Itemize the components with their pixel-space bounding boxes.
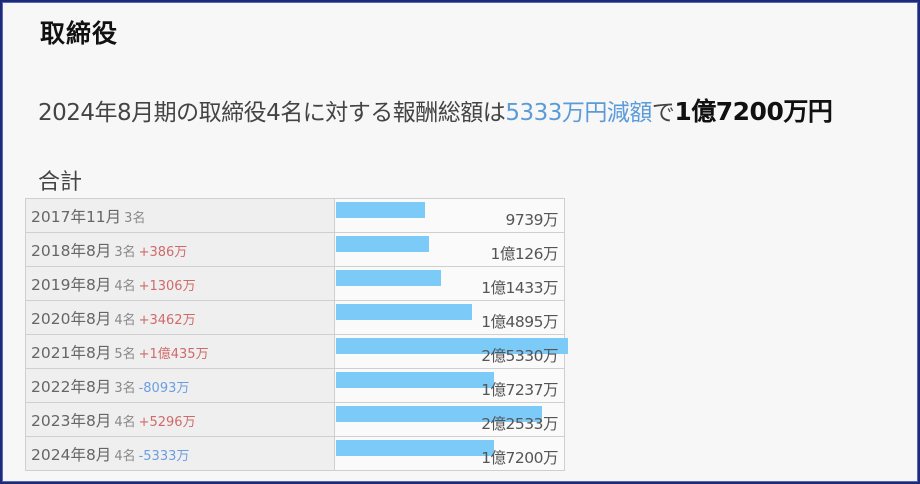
row-label-cell: 2024年8月 4名 -5333万	[25, 436, 335, 471]
table-row: 2021年8月 5名 +1億435万 2億5330万	[25, 334, 568, 369]
director-count: 4名	[114, 278, 136, 294]
director-count: 4名	[114, 312, 136, 328]
amount-label: 9739万	[505, 211, 559, 229]
period-label: 2019年8月	[31, 275, 112, 294]
bar-cell: 1億126万	[334, 232, 565, 267]
period-label: 2017年11月	[31, 207, 122, 226]
director-count: 4名	[114, 448, 136, 464]
bar-cell: 1億1433万	[334, 266, 565, 301]
value-bar	[336, 236, 429, 252]
summary-prefix: 2024年8月期の取締役4名に対する報酬総額は	[38, 100, 506, 126]
summary-mid: で	[651, 100, 675, 126]
table-row: 2018年8月 3名 +386万 1億126万	[25, 232, 565, 267]
row-label-cell: 2021年8月 5名 +1億435万	[25, 334, 335, 369]
table-row: 2024年8月 4名 -5333万 1億7200万	[25, 436, 565, 471]
table-row: 2019年8月 4名 +1306万 1億1433万	[25, 266, 565, 301]
summary-change: 5333万円減額	[505, 100, 652, 126]
row-label-cell: 2017年11月 3名	[25, 198, 335, 233]
bar-cell: 2億2533万	[334, 402, 565, 437]
row-label-cell: 2018年8月 3名 +386万	[25, 232, 335, 267]
amount-label: 2億2533万	[481, 415, 558, 433]
amount-label: 1億4895万	[481, 313, 558, 331]
row-label-cell: 2023年8月 4名 +5296万	[25, 402, 335, 437]
section-label: 合計	[38, 170, 83, 195]
bar-cell: 1億4895万	[334, 300, 565, 335]
director-count: 3名	[114, 380, 136, 396]
bar-cell: 2億5330万	[334, 334, 568, 369]
change-label: +386万	[138, 244, 188, 260]
table-row: 2022年8月 3名 -8093万 1億7237万	[25, 368, 565, 403]
value-bar	[336, 372, 494, 388]
period-label: 2021年8月	[31, 343, 112, 362]
table-row: 2020年8月 4名 +3462万 1億4895万	[25, 300, 565, 335]
value-bar	[336, 270, 441, 286]
value-bar	[336, 440, 494, 456]
change-label: +1億435万	[138, 346, 209, 362]
value-bar	[336, 304, 473, 320]
bar-cell: 9739万	[334, 198, 565, 233]
period-label: 2022年8月	[31, 377, 112, 396]
row-label-cell: 2022年8月 3名 -8093万	[25, 368, 335, 403]
bar-cell: 1億7200万	[334, 436, 565, 471]
amount-label: 1億7200万	[481, 449, 558, 467]
amount-label: 1億7237万	[481, 381, 558, 399]
row-label-cell: 2020年8月 4名 +3462万	[25, 300, 335, 335]
period-label: 2023年8月	[31, 411, 112, 430]
change-label: +5296万	[138, 414, 196, 430]
change-label: -8093万	[138, 380, 190, 396]
amount-label: 2億5330万	[481, 347, 558, 365]
row-label-cell: 2019年8月 4名 +1306万	[25, 266, 335, 301]
director-count: 3名	[124, 210, 146, 226]
change-label: +1306万	[138, 278, 196, 294]
period-label: 2018年8月	[31, 241, 112, 260]
period-label: 2024年8月	[31, 445, 112, 464]
table-row: 2023年8月 4名 +5296万 2億2533万	[25, 402, 565, 437]
bar-cell: 1億7237万	[334, 368, 565, 403]
table-body: 2017年11月 3名 9739万 2018年8月 3名 +386万 1億126万 2019年…	[25, 198, 568, 471]
amount-label: 1億1433万	[481, 279, 558, 297]
value-bar	[336, 202, 426, 218]
change-label: -5333万	[138, 448, 190, 464]
period-label: 2020年8月	[31, 309, 112, 328]
page-title: 取締役	[40, 19, 119, 48]
director-count: 5名	[114, 346, 136, 362]
change-label: +3462万	[138, 312, 196, 328]
director-count: 3名	[114, 244, 136, 260]
table-row: 2017年11月 3名 9739万	[25, 198, 565, 233]
summary-total: 1億7200万円	[674, 97, 833, 126]
summary-sentence: 2024年8月期の取締役4名に対する報酬総額は5333万円減額で1億7200万円	[38, 92, 908, 128]
amount-label: 1億126万	[490, 245, 559, 263]
compensation-table: 2017年11月 3名 9739万 2018年8月 3名 +386万 1億126万 2019年…	[25, 198, 568, 471]
director-count: 4名	[114, 414, 136, 430]
